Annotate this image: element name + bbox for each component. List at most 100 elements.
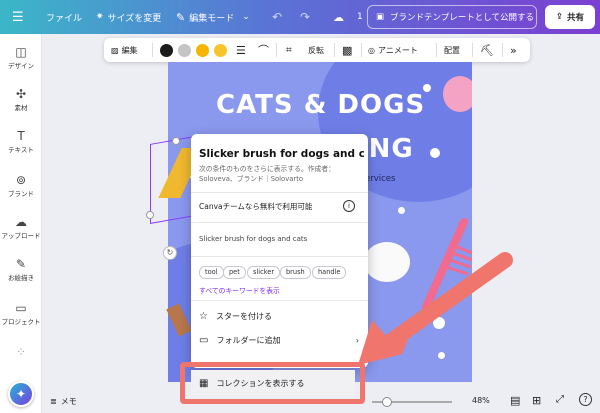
divider bbox=[472, 43, 473, 57]
design-services-text[interactable]: ervices bbox=[365, 174, 395, 184]
keyword-tag[interactable]: brush bbox=[280, 266, 311, 279]
top-bar: ☰ ファイル ✷ サイズを変更 ✎ 編集モード ⌄ ↶ ↷ ☁ 1 ▣ ブランドテンプ… bbox=[0, 0, 600, 34]
popup-description: Slicker brush for dogs and cats bbox=[199, 235, 308, 243]
collaborator-indicator: 1 bbox=[357, 12, 363, 22]
flip-button[interactable]: 反転 bbox=[308, 38, 324, 62]
hamburger-icon[interactable]: ☰ bbox=[12, 0, 24, 34]
brand-icon: ⊚ bbox=[15, 173, 27, 187]
grid-view-icon[interactable]: ⊞ bbox=[532, 394, 541, 407]
star-icon: ☆ bbox=[199, 310, 208, 322]
undo-icon[interactable]: ↶ bbox=[272, 0, 282, 34]
folder-icon: ▭ bbox=[199, 334, 209, 346]
left-sidebar: ◫ デザイン ✣ 素材 T テキスト ⊚ ブランド ☁ アップロード ✎ お絵描き ▭ プロジ… bbox=[0, 34, 42, 413]
sparkle-icon: ✦ bbox=[15, 387, 27, 401]
crop-icon[interactable]: ⌗ bbox=[286, 38, 292, 62]
color-swatch-dot bbox=[178, 43, 191, 57]
decor-dot bbox=[398, 207, 405, 214]
show-all-keywords-link[interactable]: すべてのキーワードを表示 bbox=[199, 285, 280, 295]
redo-icon[interactable]: ↷ bbox=[300, 0, 310, 34]
sidebar-item-projects[interactable]: ▭ プロジェクト bbox=[0, 300, 42, 326]
memo-button[interactable]: ≣ メモ bbox=[50, 396, 77, 407]
color-swatch-4[interactable] bbox=[214, 38, 227, 62]
corner-rounding-icon[interactable]: ⌒ bbox=[258, 38, 269, 62]
chevron-down-icon: ⌄ bbox=[242, 12, 250, 22]
sidebar-item-elements[interactable]: ✣ 素材 bbox=[0, 86, 42, 112]
sidebar-item-brand[interactable]: ⊚ ブランド bbox=[0, 172, 42, 198]
fullscreen-icon[interactable]: ⤢ bbox=[556, 394, 564, 405]
zoom-level[interactable]: 48% bbox=[472, 396, 490, 405]
popup-title: Slicker brush for dogs and ca... bbox=[199, 148, 364, 160]
resize-button[interactable]: ✷ サイズを変更 bbox=[96, 0, 161, 34]
share-button[interactable]: ⇪ 共有 bbox=[545, 5, 595, 29]
edit-mode-dropdown[interactable]: ✎ 編集モード ⌄ bbox=[176, 0, 250, 34]
paint-roller-icon[interactable]: ⛏ bbox=[480, 38, 494, 62]
add-to-folder-menu-item[interactable]: ▭ フォルダーに追加 › bbox=[199, 330, 359, 350]
sidebar-item-draw[interactable]: ✎ お絵描き bbox=[0, 256, 42, 282]
star-menu-item[interactable]: ☆ スターを付ける bbox=[199, 306, 272, 326]
annotation-arrow bbox=[358, 252, 513, 365]
help-icon[interactable]: ? bbox=[579, 393, 592, 406]
keyword-tag[interactable]: pet bbox=[223, 266, 246, 279]
divider bbox=[436, 43, 437, 57]
bottom-bar: ≣ メモ 48% ▤ ⊞ ⤢ ? bbox=[42, 391, 600, 413]
color-swatch-dot bbox=[214, 43, 227, 57]
context-toolbar: ▨ 編集 ☰ ⌒ ⌗ 反転 ▩ ◎ アニメート 配置 ⛏ » bbox=[104, 38, 530, 62]
pages-icon[interactable]: ▤ bbox=[510, 394, 520, 407]
pink-flower-decor bbox=[443, 76, 472, 112]
popup-subtitle[interactable]: 次の条件のものをさらに表示する。作成者：Soloveva、ブランド｜Solova… bbox=[199, 164, 359, 184]
line-weight-icon[interactable]: ☰ bbox=[236, 38, 246, 62]
elements-icon: ✣ bbox=[15, 87, 27, 101]
keyword-tag[interactable]: tool bbox=[199, 266, 224, 279]
divider bbox=[276, 43, 277, 57]
rotate-icon[interactable]: ↻ bbox=[163, 246, 177, 260]
animate-icon: ◎ bbox=[368, 45, 375, 55]
file-menu[interactable]: ファイル bbox=[46, 0, 82, 34]
magic-assistant-button[interactable]: ✦ bbox=[8, 381, 34, 407]
element-info-popup: Slicker brush for dogs and ca... 次の条件のもの… bbox=[191, 134, 368, 368]
divider bbox=[191, 300, 368, 301]
divider bbox=[334, 43, 335, 57]
decor-dot bbox=[423, 84, 431, 92]
position-button[interactable]: 配置 bbox=[444, 38, 460, 62]
folder-icon: ▭ bbox=[15, 301, 27, 315]
free-availability: Canvaチームなら無料で利用可能 bbox=[199, 201, 313, 211]
divider bbox=[191, 222, 368, 223]
sidebar-item-text[interactable]: T テキスト bbox=[0, 128, 42, 154]
divider bbox=[502, 43, 503, 57]
template-icon: ▣ bbox=[376, 12, 385, 22]
sidebar-item-upload[interactable]: ☁ アップロード bbox=[0, 214, 42, 240]
layout-icon: ◫ bbox=[15, 45, 27, 59]
divider bbox=[191, 256, 368, 257]
resize-handle[interactable] bbox=[146, 211, 154, 219]
pencil-icon: ✎ bbox=[176, 10, 186, 24]
design-title-line1[interactable]: CATS & DOGS bbox=[216, 90, 425, 120]
divider bbox=[361, 43, 362, 57]
resize-handle[interactable] bbox=[172, 137, 180, 145]
more-chevron-icon[interactable]: » bbox=[510, 38, 517, 62]
memo-icon: ≣ bbox=[50, 397, 57, 406]
sparkle-icon: ✷ bbox=[96, 12, 104, 22]
upload-icon: ☁ bbox=[15, 215, 27, 229]
text-icon: T bbox=[17, 129, 25, 143]
divider bbox=[152, 43, 153, 57]
color-swatch-dot bbox=[196, 43, 209, 57]
color-swatch-2[interactable] bbox=[178, 38, 191, 62]
sidebar-item-design[interactable]: ◫ デザイン bbox=[0, 44, 42, 70]
color-swatch-1[interactable] bbox=[160, 38, 173, 62]
info-icon[interactable]: i bbox=[343, 200, 355, 212]
transparency-icon[interactable]: ▩ bbox=[342, 38, 352, 62]
publish-brand-template-button[interactable]: ▣ ブランドテンプレートとして公開する bbox=[367, 5, 537, 29]
animate-button[interactable]: ◎ アニメート bbox=[368, 38, 418, 62]
zoom-slider-thumb[interactable] bbox=[382, 397, 392, 407]
draw-icon: ✎ bbox=[15, 257, 27, 271]
edit-image-button[interactable]: ▨ 編集 bbox=[111, 38, 138, 62]
sidebar-item-apps[interactable]: ⁘ bbox=[0, 344, 42, 360]
keyword-tag[interactable]: slicker bbox=[247, 266, 281, 279]
keyword-tag[interactable]: handle bbox=[312, 266, 347, 279]
color-swatch-3[interactable] bbox=[196, 38, 209, 62]
apps-icon: ⁘ bbox=[15, 345, 27, 359]
decor-dot bbox=[430, 148, 440, 158]
cloud-sync-icon[interactable]: ☁ bbox=[333, 0, 344, 34]
color-swatch-dot bbox=[160, 43, 173, 57]
upload-share-icon: ⇪ bbox=[555, 12, 564, 22]
